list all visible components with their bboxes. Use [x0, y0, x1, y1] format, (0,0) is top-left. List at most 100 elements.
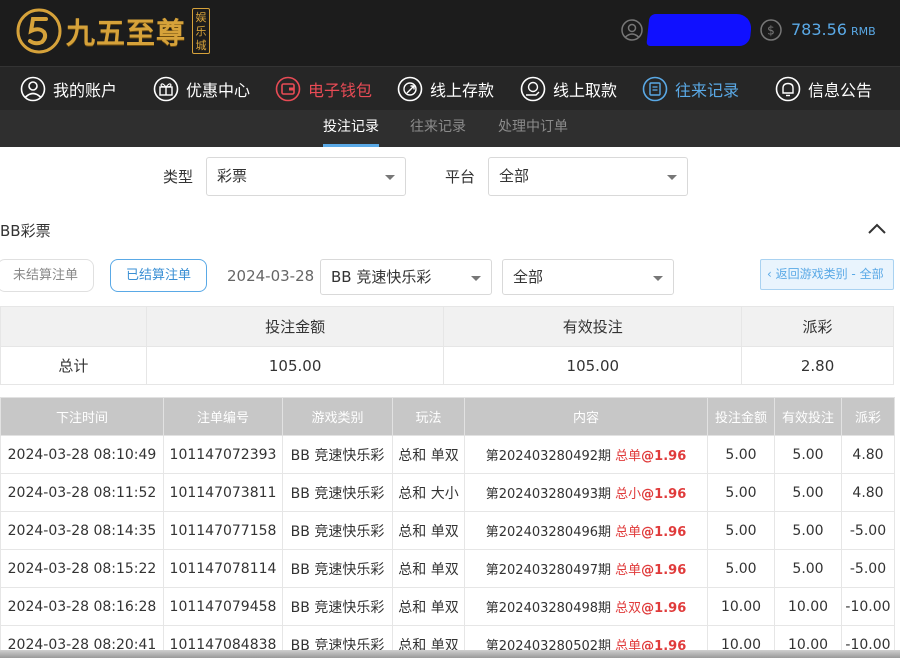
- bet-content: 第202403280492期 总单@1.96: [464, 435, 708, 474]
- summary-bet-amount: 105.00: [145, 346, 445, 385]
- nav-online-deposit[interactable]: 线上存款: [397, 67, 494, 111]
- bet-content: 第202403280498期 总双@1.96: [464, 587, 708, 626]
- bet-odds: @1.96: [641, 563, 687, 578]
- bet-pick: 总单: [615, 525, 642, 540]
- tab-bet-records[interactable]: 投注记录: [323, 110, 379, 147]
- bet-period: 第202403280497期: [485, 563, 612, 578]
- bet-period: 第202403280493期: [485, 487, 612, 502]
- summary-valid-bet: 105.00: [443, 346, 743, 385]
- bet-id[interactable]: 101147073811: [163, 473, 283, 512]
- top-header: 九五至尊 娱乐城 $ 783.56 RMB: [0, 0, 900, 66]
- table-row: 2024-03-28 08:14:35 101147077158 BB 竞速快乐…: [0, 511, 895, 550]
- column-header[interactable]: 内容: [464, 397, 708, 436]
- valid-bet: 10.00: [774, 587, 842, 626]
- records-table: 下注时间 注单编号 游戏类别 玩法 内容 投注金额 有效投注 派彩 2024-0…: [0, 397, 895, 658]
- payout: -10.00: [841, 587, 895, 626]
- play-type: 总和 单双: [392, 587, 465, 626]
- nav-label: 信息公告: [808, 81, 873, 100]
- chevron-up-icon[interactable]: [866, 220, 888, 238]
- nav-promotions[interactable]: 优惠中心: [153, 67, 250, 111]
- tab-transaction-records[interactable]: 往来记录: [410, 110, 466, 147]
- withdraw-icon: [520, 76, 546, 102]
- bet-pick: 总双: [615, 601, 642, 616]
- play-type: 总和 单双: [392, 435, 465, 474]
- summary-total-row: 总计 105.00 105.00 2.80: [0, 346, 894, 385]
- balance-unit: RMB: [850, 25, 876, 38]
- game-type: BB 竞速快乐彩: [282, 473, 393, 512]
- column-header[interactable]: 游戏类别: [282, 397, 393, 436]
- balance-amount: 783.56: [791, 20, 847, 39]
- nav-e-wallet[interactable]: 电子钱包: [275, 67, 372, 111]
- game-type: BB 竞速快乐彩: [282, 511, 393, 550]
- type-label: 类型: [163, 168, 194, 186]
- payout: -5.00: [841, 511, 895, 550]
- bet-pick: 总单: [615, 449, 642, 464]
- bet-id[interactable]: 101147079458: [163, 587, 283, 626]
- nav-online-withdraw[interactable]: 线上取款: [520, 67, 617, 111]
- nav-label: 优惠中心: [186, 81, 251, 100]
- play-type: 总和 大小: [392, 473, 465, 512]
- type-select[interactable]: 彩票: [206, 157, 406, 196]
- platform-select-value: 全部: [499, 167, 530, 185]
- settled-bets-button[interactable]: 已结算注单: [110, 259, 207, 292]
- play-select[interactable]: 全部: [502, 259, 674, 295]
- platform-label: 平台: [445, 168, 476, 186]
- bet-amount: 5.00: [707, 435, 775, 474]
- bet-odds: @1.96: [641, 525, 687, 540]
- table-row: 2024-03-28 08:16:28 101147079458 BB 竞速快乐…: [0, 587, 895, 626]
- user-icon[interactable]: [621, 19, 643, 41]
- chevron-down-icon: [385, 175, 395, 180]
- bet-time: 2024-03-28 08:10:49: [0, 435, 164, 474]
- deposit-icon: [397, 76, 423, 102]
- valid-bet: 5.00: [774, 473, 842, 512]
- logo-text: 九五至尊: [66, 16, 187, 50]
- site-logo[interactable]: 九五至尊 娱乐城: [16, 6, 211, 56]
- bet-id[interactable]: 101147072393: [163, 435, 283, 474]
- user-circle-icon: [20, 76, 46, 102]
- unsettled-bets-button[interactable]: 未结算注单: [0, 259, 94, 292]
- bet-period: 第202403280496期: [485, 525, 612, 540]
- column-header[interactable]: 注单编号: [163, 397, 283, 436]
- chevron-down-icon: [653, 276, 663, 281]
- payout: -5.00: [841, 549, 895, 588]
- logo-badge: 娱乐城: [192, 8, 211, 54]
- summary-header-payout: 派彩: [741, 306, 894, 347]
- platform-select[interactable]: 全部: [488, 157, 688, 196]
- back-to-categories-button[interactable]: ‹ 返回游戏类别 - 全部: [760, 259, 894, 290]
- wallet-icon: [275, 76, 301, 102]
- redacted-username: [646, 14, 753, 46]
- bet-odds: @1.96: [641, 601, 687, 616]
- tab-pending-orders[interactable]: 处理中订单: [498, 110, 568, 147]
- play-type: 总和 单双: [392, 511, 465, 550]
- summary-total-label: 总计: [0, 346, 147, 385]
- payout: 4.80: [841, 435, 895, 474]
- records-icon: [642, 76, 668, 102]
- date-display[interactable]: 2024-03-28: [227, 267, 314, 285]
- play-type: 总和 单双: [392, 549, 465, 588]
- bet-odds: @1.96: [641, 449, 687, 464]
- records-header-row: 下注时间 注单编号 游戏类别 玩法 内容 投注金额 有效投注 派彩: [0, 397, 895, 436]
- bell-icon: [775, 76, 801, 102]
- table-row: 2024-03-28 08:10:49 101147072393 BB 竞速快乐…: [0, 435, 895, 474]
- nav-announcements[interactable]: 信息公告: [775, 67, 872, 111]
- column-header[interactable]: 派彩: [841, 397, 895, 436]
- column-header[interactable]: 下注时间: [0, 397, 164, 436]
- chevron-down-icon: [471, 276, 481, 281]
- bet-time: 2024-03-28 08:14:35: [0, 511, 164, 550]
- game-select[interactable]: BB 竞速快乐彩: [320, 259, 492, 295]
- valid-bet: 5.00: [774, 511, 842, 550]
- bet-period: 第202403280492期: [485, 449, 612, 464]
- game-type: BB 竞速快乐彩: [282, 549, 393, 588]
- bet-id[interactable]: 101147077158: [163, 511, 283, 550]
- column-header[interactable]: 玩法: [392, 397, 465, 436]
- bet-id[interactable]: 101147078114: [163, 549, 283, 588]
- valid-bet: 5.00: [774, 435, 842, 474]
- nav-label: 线上存款: [430, 81, 495, 100]
- nav-transaction-records[interactable]: 往来记录: [642, 67, 739, 111]
- payout: 4.80: [841, 473, 895, 512]
- nav-my-account[interactable]: 我的账户: [20, 67, 117, 111]
- wallet-balance: 783.56 RMB: [791, 20, 876, 39]
- table-row: 2024-03-28 08:15:22 101147078114 BB 竞速快乐…: [0, 549, 895, 588]
- column-header[interactable]: 投注金额: [707, 397, 775, 436]
- column-header[interactable]: 有效投注: [774, 397, 842, 436]
